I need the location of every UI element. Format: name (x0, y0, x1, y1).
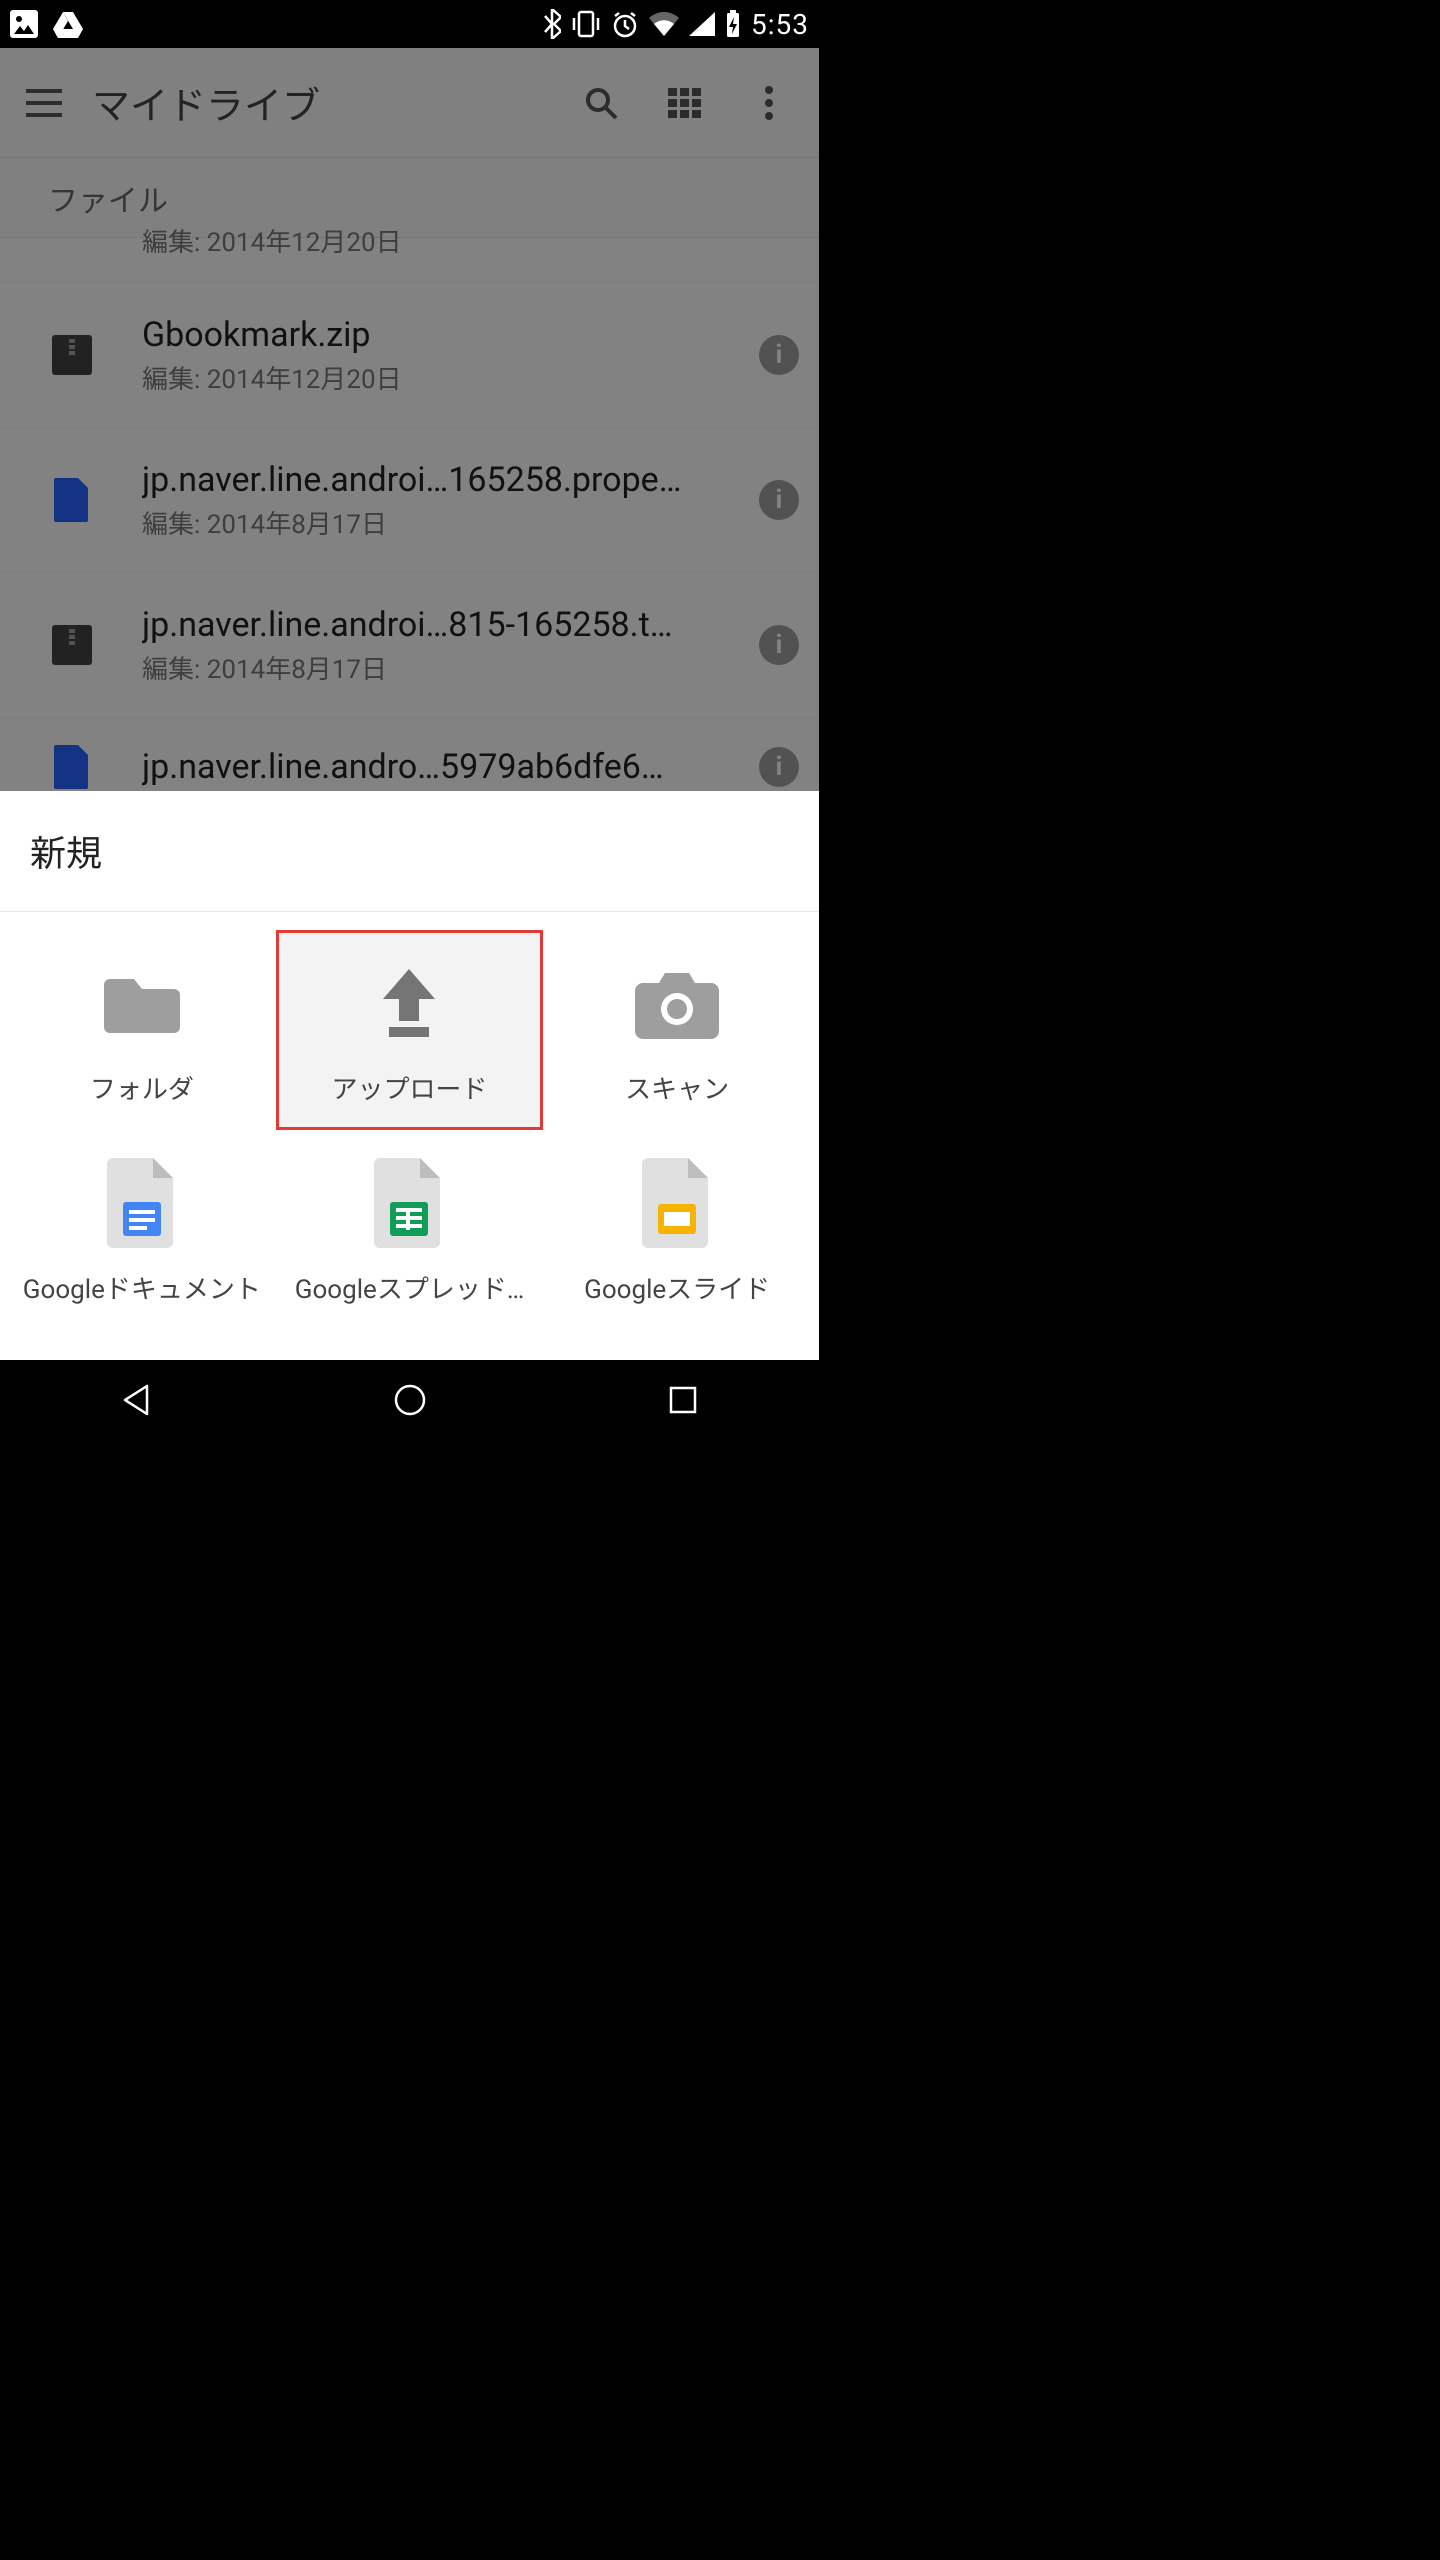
wifi-icon (649, 12, 679, 36)
sheet-grid: フォルダ アップロード スキャン Googleドキュメント (0, 912, 819, 1360)
status-clock: 5:53 (751, 8, 809, 41)
sheet-item-label: Googleドキュメント (23, 1269, 261, 1306)
recent-apps-button[interactable] (643, 1370, 723, 1430)
home-button[interactable] (370, 1370, 450, 1430)
google-sheets-icon (361, 1155, 457, 1251)
folder-icon (94, 955, 190, 1051)
bluetooth-icon (543, 9, 561, 39)
sheet-title: 新規 (0, 791, 819, 912)
sheet-item-label: アップロード (331, 1069, 487, 1106)
vibrate-icon (571, 10, 601, 38)
cellular-icon (689, 12, 715, 36)
status-bar: 5:53 (0, 0, 819, 48)
camera-icon (629, 955, 725, 1051)
google-slides-icon (629, 1155, 725, 1251)
drive-notif-icon (52, 10, 84, 38)
new-docs-button[interactable]: Googleドキュメント (8, 1130, 276, 1330)
sheet-item-label: フォルダ (90, 1069, 194, 1106)
battery-charging-icon (725, 10, 741, 38)
new-item-bottom-sheet: 新規 フォルダ アップロード スキャン (0, 791, 819, 1360)
sheet-item-label: Googleスライド (584, 1269, 770, 1306)
new-folder-button[interactable]: フォルダ (8, 930, 276, 1130)
screen: マイドライブ ファイル 編集: 2014年12月20日 (0, 0, 819, 1440)
new-slides-button[interactable]: Googleスライド (543, 1130, 811, 1330)
new-sheets-button[interactable]: Googleスプレッド… (276, 1130, 544, 1330)
back-button[interactable] (97, 1370, 177, 1430)
sheet-item-label: スキャン (625, 1069, 729, 1106)
alarm-icon (611, 10, 639, 38)
navigation-bar (0, 1360, 819, 1440)
upload-icon (361, 955, 457, 1051)
google-docs-icon (94, 1155, 190, 1251)
gallery-notif-icon (10, 10, 38, 38)
scan-button[interactable]: スキャン (543, 930, 811, 1130)
sheet-item-label: Googleスプレッド… (295, 1269, 524, 1306)
upload-button[interactable]: アップロード (276, 930, 544, 1130)
